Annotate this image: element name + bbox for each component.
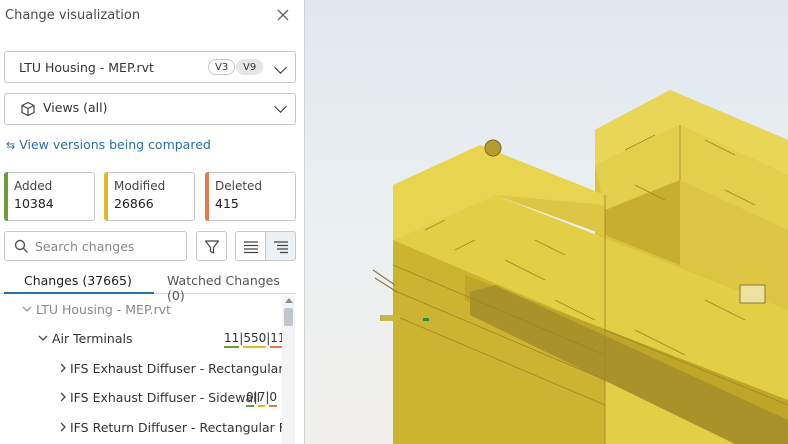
change-counts: 11|550|11 <box>224 331 282 348</box>
model-viewport[interactable] <box>305 0 788 444</box>
tree-row-label: IFS Return Diffuser - Rectangular F... <box>70 420 282 435</box>
deleted-count: 0 <box>269 390 278 407</box>
scrollbar-thumb[interactable] <box>284 308 293 326</box>
swap-icon: ⇆ <box>6 139 16 152</box>
view-versions-compared-link[interactable]: ⇆ View versions being compared <box>6 137 211 152</box>
change-counts: 0|7|0 <box>246 390 278 407</box>
changes-tree: LTU Housing - MEP.rvt Air Terminals 11|5… <box>0 296 282 444</box>
version-a-badge: V3 <box>208 59 236 75</box>
compare-link-label: View versions being compared <box>19 137 211 152</box>
modified-count: 550 <box>243 331 267 348</box>
modified-stat-card[interactable]: Modified 26866 <box>104 172 195 221</box>
modified-color-bar <box>104 172 108 221</box>
added-value: 10384 <box>14 196 54 211</box>
file-select-value: LTU Housing - MEP.rvt <box>19 60 154 75</box>
modified-count: 7 <box>257 390 266 407</box>
list-icon <box>244 241 258 254</box>
tab-changes[interactable]: Changes (37665) <box>24 273 132 288</box>
search-input[interactable] <box>35 237 183 255</box>
building-model <box>372 90 788 444</box>
added-count: 0 <box>246 390 254 407</box>
views-select[interactable]: Views (all) <box>4 93 296 125</box>
version-b-badge: V9 <box>236 59 264 75</box>
chevron-down-icon <box>274 61 287 74</box>
tree-row-label: LTU Housing - MEP.rvt <box>36 302 171 317</box>
chevron-down-icon <box>274 100 287 113</box>
list-view-button[interactable] <box>235 231 266 261</box>
added-stat-card[interactable]: Added 10384 <box>4 172 95 221</box>
chevron-right-icon[interactable] <box>58 421 68 433</box>
chevron-right-icon[interactable] <box>58 362 68 374</box>
deleted-stat-card[interactable]: Deleted 415 <box>205 172 296 221</box>
tree-row-item[interactable]: IFS Exhaust Diffuser - Sidewall 0|7|0 <box>0 384 282 412</box>
filter-icon <box>204 240 220 254</box>
deleted-label: Deleted <box>215 179 263 193</box>
modified-label: Modified <box>114 179 166 193</box>
panel-title: Change visualization <box>5 8 141 23</box>
deleted-color-bar <box>205 172 209 221</box>
tree-row-item[interactable]: IFS Exhaust Diffuser - Rectangular ... <box>0 355 282 383</box>
close-icon[interactable] <box>276 8 290 22</box>
tree-row-label: Air Terminals <box>52 331 133 346</box>
added-count: 11 <box>224 331 240 348</box>
chevron-right-icon[interactable] <box>58 391 68 403</box>
active-tab-indicator <box>4 292 154 294</box>
tree-row-label: IFS Exhaust Diffuser - Rectangular ... <box>70 361 282 376</box>
filter-button[interactable] <box>196 231 227 261</box>
deleted-count: 11 <box>270 331 282 348</box>
change-visualization-panel: Change visualization LTU Housing - MEP.r… <box>0 0 305 444</box>
scroll-up-icon[interactable] <box>285 298 293 303</box>
added-label: Added <box>14 179 53 193</box>
search-icon <box>14 239 28 253</box>
modified-value: 26866 <box>114 196 154 211</box>
cube-icon <box>21 101 35 117</box>
file-select[interactable]: LTU Housing - MEP.rvt V3 V9 <box>4 51 296 83</box>
tree-view-button[interactable] <box>265 231 296 261</box>
added-color-bar <box>4 172 8 221</box>
deleted-value: 415 <box>215 196 239 211</box>
tree-row-air-terminals[interactable]: Air Terminals 11|550|11 <box>0 325 282 353</box>
changes-tabs: Changes (37665) Watched Changes (0) <box>0 266 296 303</box>
tree-scrollbar[interactable] <box>282 296 295 444</box>
search-box <box>4 231 187 261</box>
tree-row-file[interactable]: LTU Housing - MEP.rvt <box>0 296 282 324</box>
tree-row-item[interactable]: IFS Return Diffuser - Rectangular F... <box>0 414 282 442</box>
chevron-down-icon[interactable] <box>22 303 32 315</box>
views-select-value: Views (all) <box>43 100 108 115</box>
chevron-down-icon[interactable] <box>38 332 48 344</box>
tree-row-label: IFS Exhaust Diffuser - Sidewall <box>70 390 261 405</box>
indented-list-icon <box>274 241 288 254</box>
